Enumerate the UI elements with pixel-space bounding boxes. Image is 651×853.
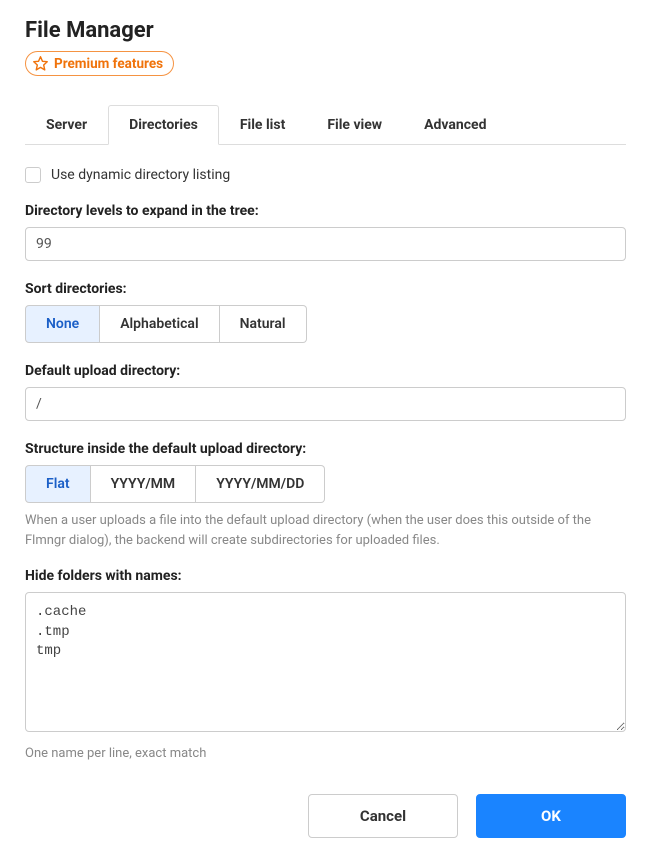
default-upload-input[interactable] xyxy=(25,387,626,421)
sort-directories-group: None Alphabetical Natural xyxy=(25,305,307,343)
structure-yyyymmdd-button[interactable]: YYYY/MM/DD xyxy=(196,465,325,503)
hide-folders-help-text: One name per line, exact match xyxy=(25,744,626,764)
dynamic-listing-checkbox[interactable] xyxy=(25,167,41,183)
tab-file-list[interactable]: File list xyxy=(219,105,306,145)
tab-advanced[interactable]: Advanced xyxy=(403,105,507,145)
sort-alpha-button[interactable]: Alphabetical xyxy=(100,305,219,343)
default-upload-label: Default upload directory: xyxy=(25,363,626,379)
premium-features-label: Premium features xyxy=(54,56,163,72)
hide-folders-label: Hide folders with names: xyxy=(25,568,626,584)
tab-file-view[interactable]: File view xyxy=(306,105,403,145)
sort-directories-label: Sort directories: xyxy=(25,281,626,297)
ok-button[interactable]: OK xyxy=(476,794,626,838)
hide-folders-textarea[interactable]: .cache .tmp tmp xyxy=(25,592,626,732)
structure-flat-button[interactable]: Flat xyxy=(25,465,91,503)
cancel-button[interactable]: Cancel xyxy=(308,794,458,838)
tab-directories[interactable]: Directories xyxy=(108,105,219,145)
sort-natural-button[interactable]: Natural xyxy=(220,305,307,343)
structure-label: Structure inside the default upload dire… xyxy=(25,441,626,457)
dynamic-listing-label: Use dynamic directory listing xyxy=(51,167,230,183)
structure-group: Flat YYYY/MM YYYY/MM/DD xyxy=(25,465,325,503)
expand-levels-input[interactable] xyxy=(25,227,626,261)
star-icon xyxy=(32,55,49,72)
sort-none-button[interactable]: None xyxy=(25,305,100,343)
structure-yyyymm-button[interactable]: YYYY/MM xyxy=(91,465,197,503)
tab-server[interactable]: Server xyxy=(25,105,108,145)
structure-help-text: When a user uploads a file into the defa… xyxy=(25,511,626,550)
page-title: File Manager xyxy=(25,18,626,43)
premium-features-badge[interactable]: Premium features xyxy=(25,51,174,76)
tabs: Server Directories File list File view A… xyxy=(25,104,626,145)
expand-levels-label: Directory levels to expand in the tree: xyxy=(25,203,626,219)
